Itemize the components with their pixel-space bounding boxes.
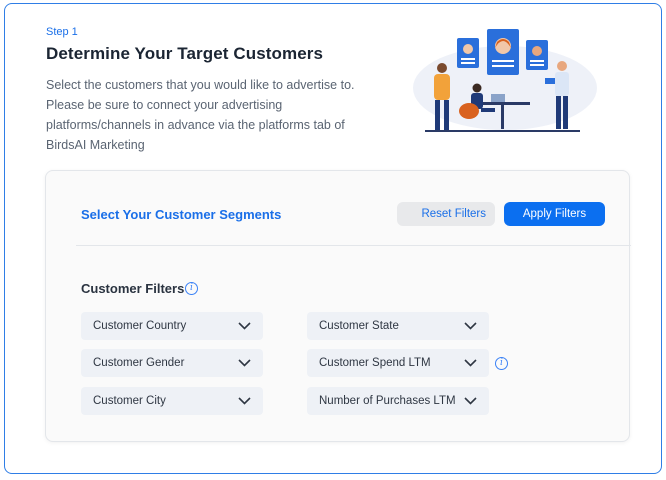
main-panel: Step 1 Determine Your Target Customers S… bbox=[4, 3, 662, 474]
page-description: Select the customers that you would like… bbox=[46, 78, 355, 152]
customer-country-select[interactable]: Customer Country bbox=[81, 312, 263, 340]
chevron-down-icon bbox=[464, 359, 477, 367]
apply-filters-button[interactable]: Apply Filters bbox=[504, 202, 605, 226]
segments-title: Select Your Customer Segments bbox=[81, 207, 282, 222]
select-label: Customer City bbox=[93, 395, 166, 407]
select-label: Number of Purchases LTM bbox=[319, 395, 456, 407]
chevron-down-icon bbox=[238, 397, 251, 405]
customer-filters-label: Customer Filters bbox=[81, 281, 185, 296]
customer-spend-ltm-select[interactable]: Customer Spend LTM bbox=[307, 349, 489, 377]
step-label: Step 1 bbox=[46, 26, 78, 38]
chevron-down-icon bbox=[238, 322, 251, 330]
select-label: Customer State bbox=[319, 320, 399, 332]
number-of-purchases-ltm-select[interactable]: Number of Purchases LTM bbox=[307, 387, 489, 415]
reset-filters-button[interactable]: Reset Filters bbox=[397, 202, 495, 226]
page-title: Determine Your Target Customers bbox=[46, 44, 324, 63]
chevron-down-icon bbox=[464, 322, 477, 330]
segments-card: Select Your Customer Segments Reset Filt… bbox=[45, 170, 631, 442]
info-icon[interactable]: i bbox=[495, 357, 508, 370]
target-customers-illustration bbox=[413, 29, 597, 132]
info-icon[interactable]: i bbox=[185, 282, 198, 295]
chevron-down-icon bbox=[464, 397, 477, 405]
customer-state-select[interactable]: Customer State bbox=[307, 312, 489, 340]
divider bbox=[76, 245, 631, 246]
select-label: Customer Country bbox=[93, 320, 187, 332]
customer-city-select[interactable]: Customer City bbox=[81, 387, 263, 415]
chevron-down-icon bbox=[238, 359, 251, 367]
select-label: Customer Gender bbox=[93, 357, 185, 369]
select-label: Customer Spend LTM bbox=[319, 357, 431, 369]
customer-gender-select[interactable]: Customer Gender bbox=[81, 349, 263, 377]
